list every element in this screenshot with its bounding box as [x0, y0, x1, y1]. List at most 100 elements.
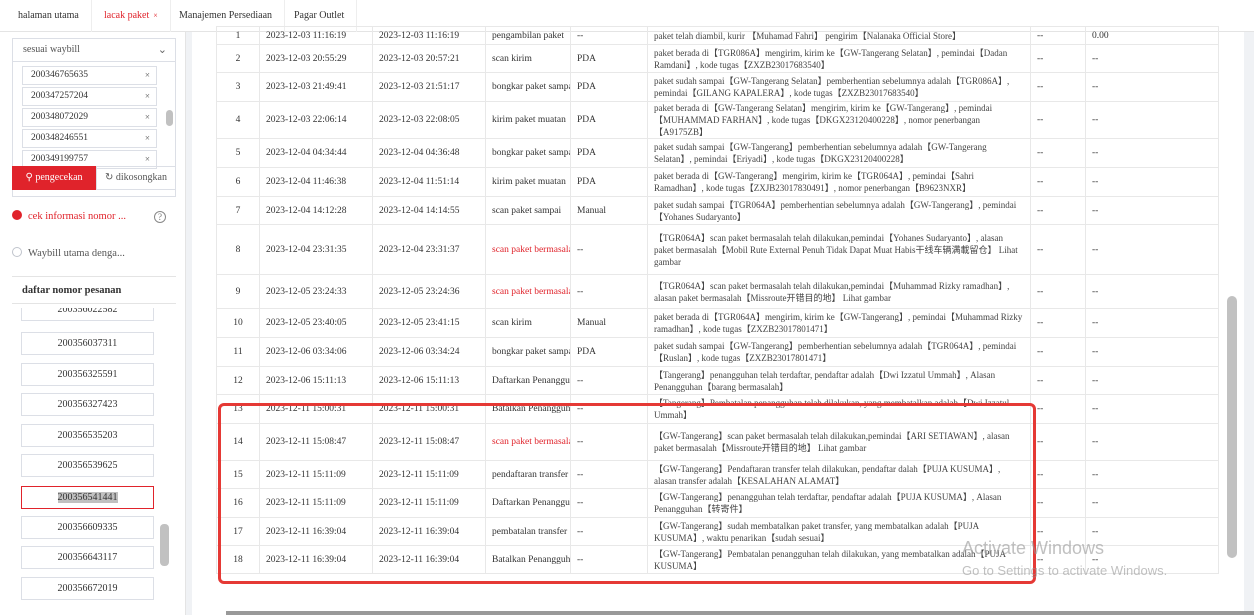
cell-no: 14 — [216, 423, 260, 461]
order-item[interactable]: 200356325591 — [21, 363, 154, 386]
cell-t1: 2023-12-05 23:40:05 — [259, 308, 373, 338]
cell-t2: 2023-12-11 15:11:09 — [372, 488, 486, 518]
cell-desc: paket telah diambil, kurir 【Muhamad Fahr… — [647, 26, 1031, 45]
cell-desc: 【GW-Tangerang】scan paket bermasalah tela… — [647, 423, 1031, 461]
cell-dev: -- — [570, 460, 648, 489]
order-item[interactable]: 200356037311 — [21, 332, 154, 355]
cell-t2: 2023-12-04 23:31:37 — [372, 224, 486, 275]
cell-desc: paket sudah sampai【GW-Tangerang】pemberhe… — [647, 337, 1031, 367]
cell-t1: 2023-12-11 15:08:47 — [259, 423, 373, 461]
order-item[interactable]: 200356539625 — [21, 454, 154, 477]
table-row: 6 2023-12-04 11:46:38 2023-12-04 11:51:14 k… — [216, 167, 1219, 197]
bottom-scrollbar[interactable] — [226, 611, 1254, 615]
cell-dev: PDA — [570, 101, 648, 139]
remove-icon[interactable]: × — [145, 88, 150, 105]
close-icon[interactable]: × — [153, 11, 158, 20]
cell-t1: 2023-12-11 15:11:09 — [259, 460, 373, 489]
cell-t2: 2023-12-06 15:11:13 — [372, 366, 486, 395]
cell-x2: -- — [1085, 138, 1219, 168]
order-list-scrollbar[interactable] — [160, 524, 169, 566]
sidebar: sesuai waybill ⌄ 200346765635 × 200347257… — [0, 32, 186, 615]
cell-type: scan paket bermasalah — [485, 274, 571, 309]
cell-t1: 2023-12-11 16:39:04 — [259, 545, 373, 574]
cell-x2: 0.00 — [1085, 26, 1219, 45]
order-item[interactable]: 200356672019 — [21, 577, 154, 600]
cell-type: scan paket bermasalah — [485, 224, 571, 275]
cell-t2: 2023-12-04 14:14:55 — [372, 196, 486, 225]
search-type-select[interactable]: sesuai waybill ⌄ — [12, 38, 176, 62]
cell-x1: -- — [1030, 394, 1086, 424]
cell-t1: 2023-12-04 23:31:35 — [259, 224, 373, 275]
cell-dev: -- — [570, 26, 648, 45]
cell-dev: PDA — [570, 138, 648, 168]
order-item[interactable]: 200356643117 — [21, 546, 154, 569]
cell-dev: Manual — [570, 308, 648, 338]
scrollbar-thumb[interactable] — [166, 110, 173, 126]
radio-icon — [12, 247, 22, 257]
cell-x2: -- — [1085, 517, 1219, 546]
cell-t1: 2023-12-06 15:11:13 — [259, 366, 373, 395]
remove-icon[interactable]: × — [145, 67, 150, 84]
cell-t2: 2023-12-11 15:00:31 — [372, 394, 486, 424]
cell-desc: paket berada di【GW-Tangerang Selatan】men… — [647, 101, 1031, 139]
order-item-selected[interactable]: 200356541441 — [21, 486, 154, 509]
cell-t2: 2023-12-11 16:39:04 — [372, 545, 486, 574]
remove-icon[interactable]: × — [145, 130, 150, 147]
cell-t2: 2023-12-11 15:11:09 — [372, 460, 486, 489]
cell-type: kirim paket muatan — [485, 167, 571, 197]
cell-no: 16 — [216, 488, 260, 518]
cell-dev: PDA — [570, 337, 648, 367]
cell-x1: -- — [1030, 167, 1086, 197]
cell-type: bongkar paket sampai — [485, 138, 571, 168]
tab-lacak-paket[interactable]: lacak paket × — [92, 0, 171, 32]
cell-no: 6 — [216, 167, 260, 197]
cell-t2: 2023-12-11 15:08:47 — [372, 423, 486, 461]
clear-button[interactable]: ↻ dikosongkan — [96, 166, 176, 190]
table-row: 13 2023-12-11 15:00:31 2023-12-11 15:00:31… — [216, 394, 1219, 424]
order-item[interactable]: 200356022582 — [21, 308, 154, 321]
cell-t1: 2023-12-05 23:24:33 — [259, 274, 373, 309]
table-row: 15 2023-12-11 15:11:09 2023-12-11 15:11:09… — [216, 460, 1219, 489]
order-list-title: daftar nomor pesanan — [12, 276, 176, 304]
cell-dev: -- — [570, 224, 648, 275]
cell-t1: 2023-12-11 16:39:04 — [259, 517, 373, 546]
cell-t1: 2023-12-03 20:55:29 — [259, 44, 373, 73]
cell-x2: -- — [1085, 308, 1219, 338]
table-row: 9 2023-12-05 23:24:33 2023-12-05 23:24:36 s… — [216, 274, 1219, 309]
cell-dev: -- — [570, 366, 648, 395]
tab-halaman-utama[interactable]: halaman utama — [6, 0, 92, 32]
tracking-panel: 1 2023-12-03 11:16:19 2023-12-03 11:16:19 p… — [192, 26, 1244, 615]
search-icon: ⚲ — [25, 172, 33, 183]
cell-dev: -- — [570, 545, 648, 574]
cell-t2: 2023-12-03 11:16:19 — [372, 26, 486, 45]
cell-type: kirim paket muatan — [485, 101, 571, 139]
cell-type: pengambilan paket — [485, 26, 571, 45]
cell-type: Daftarkan Penangguhan — [485, 366, 571, 395]
main-scrollbar[interactable] — [1227, 296, 1237, 558]
order-item[interactable]: 200356327423 — [21, 393, 154, 416]
cell-t1: 2023-12-03 22:06:14 — [259, 101, 373, 139]
cell-x1: -- — [1030, 488, 1086, 518]
cell-t1: 2023-12-03 21:49:41 — [259, 72, 373, 102]
remove-icon[interactable]: × — [145, 109, 150, 126]
order-item[interactable]: 200356535203 — [21, 424, 154, 447]
cell-dev: -- — [570, 274, 648, 309]
cell-type: scan paket sampai — [485, 196, 571, 225]
cell-t1: 2023-12-11 15:11:09 — [259, 488, 373, 518]
help-icon[interactable]: ? — [154, 211, 166, 223]
option-check-info[interactable]: cek informasi nomor ... — [12, 210, 126, 222]
cell-desc: 【TGR064A】scan paket bermasalah telah dil… — [647, 224, 1031, 275]
cell-type: scan kirim — [485, 44, 571, 73]
order-item[interactable]: 200356609335 — [21, 516, 154, 539]
cell-no: 10 — [216, 308, 260, 338]
order-list: 200356022582 200356037311 200356325591 2… — [0, 308, 186, 615]
check-button[interactable]: ⚲ pengecekan — [12, 166, 96, 190]
cell-t1: 2023-12-04 11:46:38 — [259, 167, 373, 197]
cell-x2: -- — [1085, 488, 1219, 518]
table-row: 1 2023-12-03 11:16:19 2023-12-03 11:16:19 p… — [216, 26, 1219, 45]
cell-t2: 2023-12-04 04:36:48 — [372, 138, 486, 168]
option-main-waybill[interactable]: Waybill utama denga... — [12, 247, 125, 259]
cell-desc: 【GW-Tangerang】penangguhan telah terdafta… — [647, 488, 1031, 518]
cell-type: Batalkan Penangguhan — [485, 545, 571, 574]
cell-x1: -- — [1030, 423, 1086, 461]
